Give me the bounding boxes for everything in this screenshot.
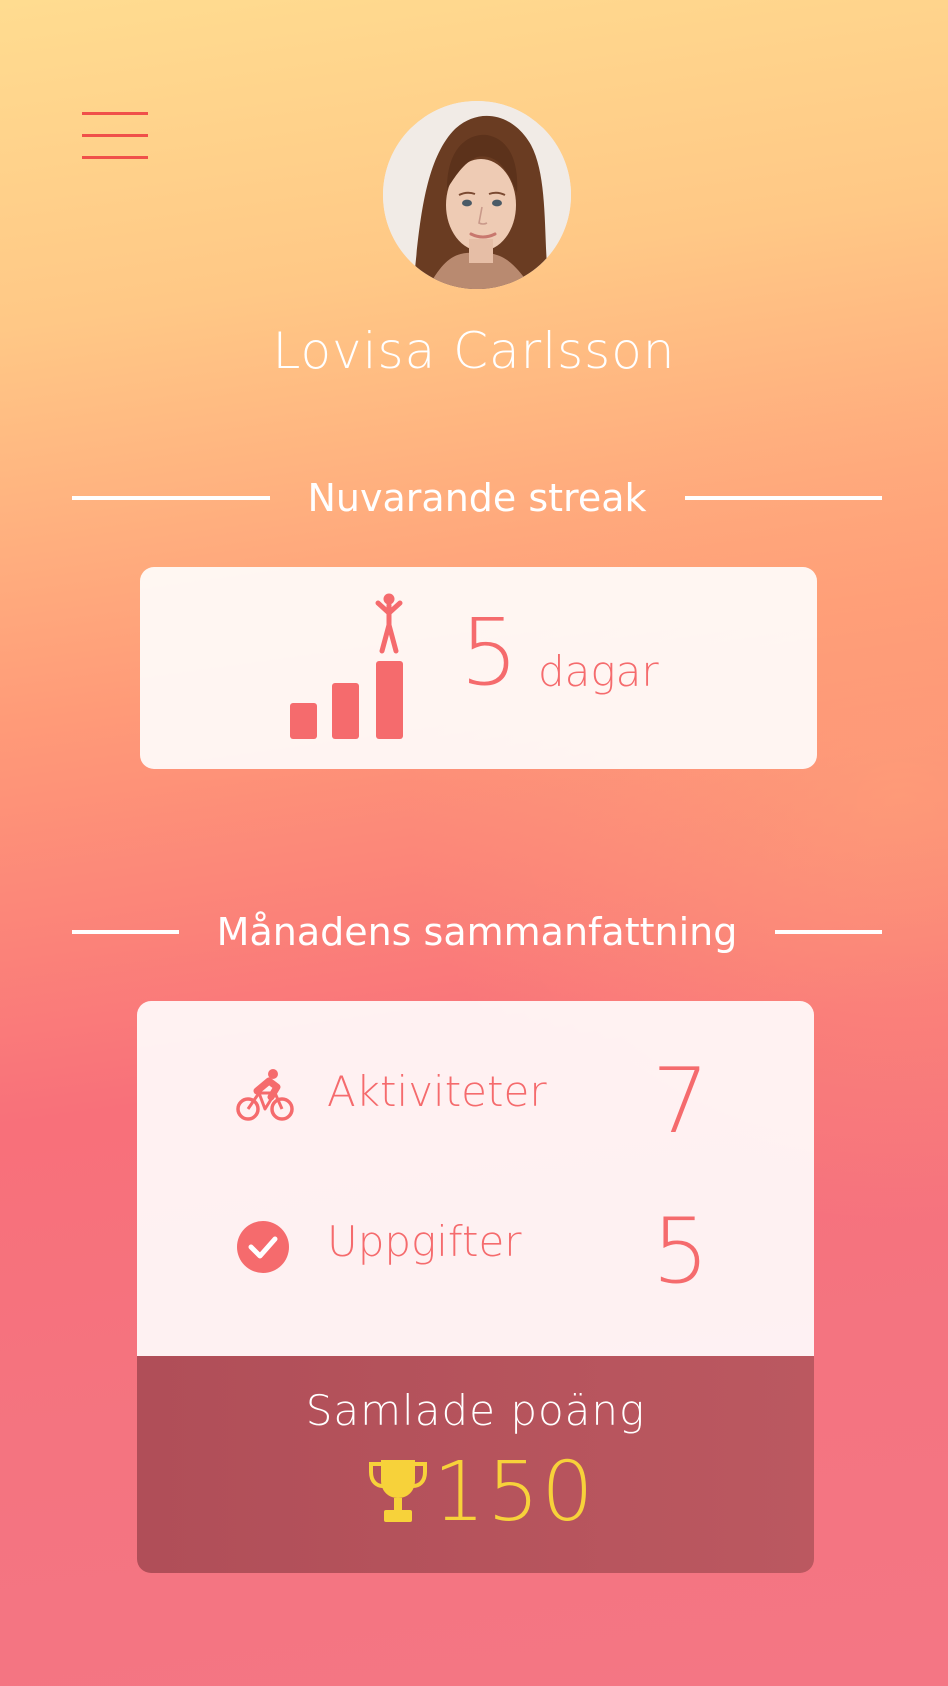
menu-icon-bar [82, 156, 148, 159]
bicycle-icon [236, 1069, 294, 1121]
divider-line [72, 496, 270, 500]
divider-line [72, 930, 179, 934]
activities-value: 7 [652, 1049, 710, 1154]
user-name: Lovisa Carlsson [272, 322, 676, 380]
collected-points-value: 150 [433, 1445, 596, 1540]
streak-unit: dagar [538, 647, 659, 696]
streak-section-title: Nuvarande streak [307, 476, 647, 520]
menu-icon-bar [82, 112, 148, 115]
collected-points-label: Samlade poäng [305, 1386, 646, 1435]
streak-card: 5 dagar [140, 567, 817, 769]
divider-line [775, 930, 883, 934]
profile-photo [383, 101, 571, 289]
activities-label: Aktiviteter [327, 1067, 547, 1116]
divider-line [684, 496, 883, 500]
avatar[interactable] [383, 101, 571, 289]
trophy-icon [369, 1460, 427, 1522]
collected-points-panel: Samlade poäng 150 [137, 1356, 814, 1573]
summary-stats: Aktiviteter 7 Uppgifter 5 [137, 1001, 814, 1356]
checkmark-circle-icon [237, 1221, 289, 1273]
tasks-label: Uppgifter [327, 1217, 522, 1266]
summary-section-header: Månadens sammanfattning [72, 910, 883, 954]
streak-bars-icon [290, 593, 403, 739]
streak-value: 5 [460, 599, 519, 706]
menu-icon-bar [82, 134, 148, 137]
hamburger-menu-button[interactable] [82, 110, 148, 160]
monthly-summary-card: Aktiviteter 7 Uppgifter 5 Samlade poäng … [137, 1001, 814, 1573]
tasks-value: 5 [652, 1199, 710, 1304]
summary-row-activities[interactable]: Aktiviteter 7 [137, 1031, 814, 1147]
summary-section-title: Månadens sammanfattning [216, 910, 738, 954]
streak-section-header: Nuvarande streak [72, 476, 883, 520]
summary-row-tasks[interactable]: Uppgifter 5 [137, 1181, 814, 1297]
